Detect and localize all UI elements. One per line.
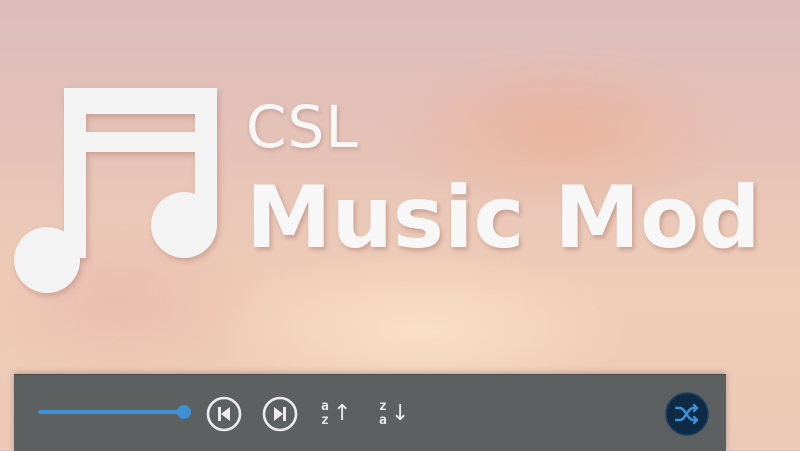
music-note-icon — [14, 88, 224, 298]
volume-slider[interactable] — [38, 405, 191, 419]
skip-previous-icon — [206, 396, 242, 432]
volume-slider-fill — [38, 410, 184, 414]
previous-button[interactable] — [206, 396, 242, 432]
skip-next-icon — [262, 396, 298, 432]
player-bar: a z ↑ z a ↓ — [14, 374, 726, 451]
next-button[interactable] — [262, 396, 298, 432]
shuffle-icon — [665, 392, 709, 436]
arrow-up-icon: ↑ — [333, 401, 352, 426]
sort-desc-top-letter: z — [379, 399, 387, 414]
sort-descending-button[interactable]: z a ↓ — [376, 394, 416, 434]
sort-desc-bottom-letter: a — [379, 413, 387, 428]
title-music-mod: Music Mod — [246, 168, 761, 268]
sort-asc-bottom-letter: z — [321, 413, 329, 428]
volume-slider-thumb[interactable] — [177, 405, 191, 419]
sort-ascending-button[interactable]: a z ↑ — [318, 394, 358, 434]
sort-asc-top-letter: a — [321, 399, 329, 414]
title-csl: CSL — [246, 93, 359, 161]
shuffle-button[interactable] — [664, 391, 710, 437]
arrow-down-icon: ↓ — [391, 401, 410, 426]
